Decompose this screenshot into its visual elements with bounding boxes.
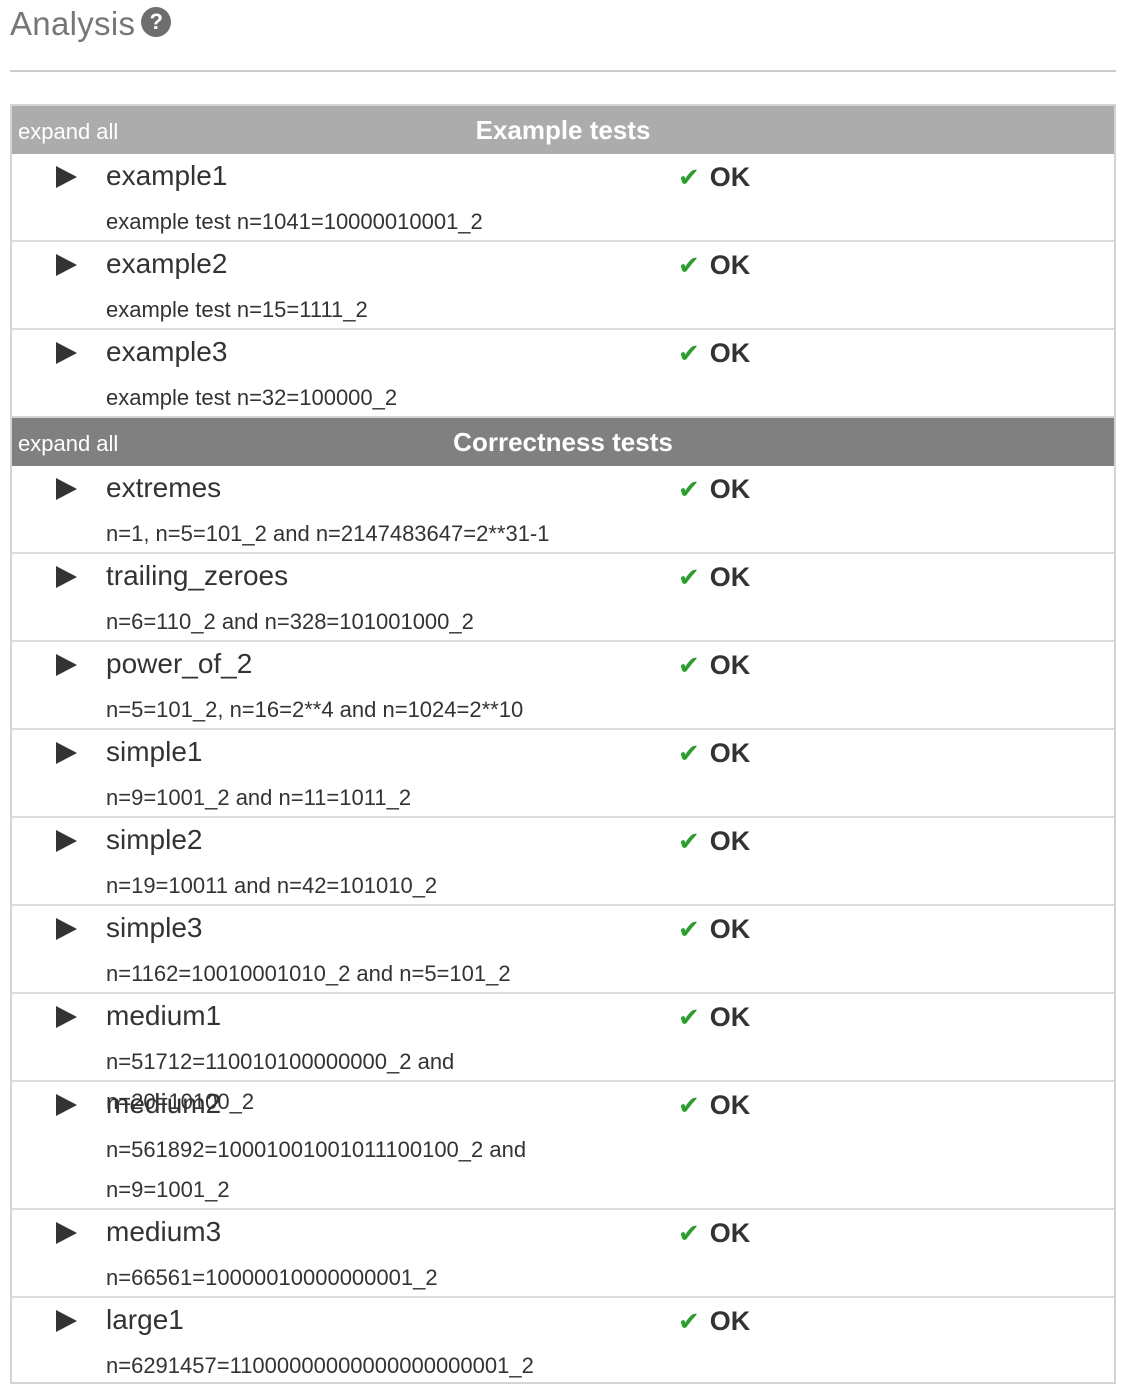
test-row: example3 example test n=32=100000_2 ✔ OK [12, 330, 1114, 416]
test-result: ✔ OK [678, 1090, 750, 1121]
test-result: ✔ OK [678, 826, 750, 857]
test-description: example test n=1041=10000010001_2 [106, 209, 483, 234]
result-label: OK [709, 562, 751, 592]
test-name: example3 [106, 336, 228, 367]
test-row: extremes n=1, n=5=101_2 and n=2147483647… [12, 466, 1114, 554]
expand-triangle-icon[interactable] [56, 830, 77, 852]
test-description: n=561892=10001001001011100100_2 and n=9=… [106, 1137, 527, 1202]
heading-divider [10, 70, 1116, 72]
expand-triangle-icon[interactable] [56, 166, 77, 188]
check-icon: ✔ [678, 250, 700, 280]
test-name: power_of_2 [106, 648, 253, 679]
test-description: example test n=32=100000_2 [106, 385, 398, 410]
check-icon: ✔ [678, 474, 700, 504]
test-row: example2 example test n=15=1111_2 ✔ OK [12, 242, 1114, 330]
check-icon: ✔ [678, 1002, 700, 1032]
test-row: medium3 n=66561=10000010000000001_2 ✔ OK [12, 1210, 1114, 1298]
check-icon: ✔ [678, 1306, 700, 1336]
test-name: simple3 [106, 912, 203, 943]
analysis-table: expand all Example tests example1 exampl… [10, 104, 1116, 1384]
test-description: n=5=101_2, n=16=2**4 and n=1024=2**10 [106, 697, 524, 722]
check-icon: ✔ [678, 562, 700, 592]
result-label: OK [709, 162, 751, 192]
expand-triangle-icon[interactable] [56, 1222, 77, 1244]
test-row: medium2 n=561892=10001001001011100100_2 … [12, 1082, 1114, 1210]
test-name: extremes [106, 472, 222, 503]
test-result: ✔ OK [678, 914, 750, 945]
test-name: simple1 [106, 736, 203, 767]
test-name: medium3 [106, 1216, 222, 1247]
expand-triangle-icon[interactable] [56, 742, 77, 764]
result-label: OK [709, 1306, 751, 1336]
group-title: Correctness tests [453, 427, 673, 457]
analysis-heading: Analysis ? [10, 0, 172, 48]
test-result: ✔ OK [678, 1002, 750, 1033]
test-name: example2 [106, 248, 228, 279]
test-description: n=1, n=5=101_2 and n=2147483647=2**31-1 [106, 521, 550, 546]
result-label: OK [709, 338, 751, 368]
result-label: OK [709, 1002, 751, 1032]
result-label: OK [709, 650, 751, 680]
test-description: n=19=10011 and n=42=101010_2 [106, 873, 438, 898]
result-label: OK [709, 1090, 751, 1120]
check-icon: ✔ [678, 650, 700, 680]
result-label: OK [709, 738, 751, 768]
example-tests-header: expand all Example tests [12, 104, 1114, 154]
result-label: OK [709, 474, 751, 504]
test-description: example test n=15=1111_2 [106, 297, 368, 322]
test-description: n=9=1001_2 and n=11=1011_2 [106, 785, 412, 810]
test-row: medium1 n=51712=110010100000000_2 and n=… [12, 994, 1114, 1114]
check-icon: ✔ [678, 826, 700, 856]
expand-triangle-icon[interactable] [56, 1310, 77, 1332]
check-icon: ✔ [678, 338, 700, 368]
expand-triangle-icon[interactable] [56, 342, 77, 364]
expand-triangle-icon[interactable] [56, 478, 77, 500]
test-result: ✔ OK [678, 738, 750, 769]
test-row: simple2 n=19=10011 and n=42=101010_2 ✔ OK [12, 818, 1114, 906]
test-result: ✔ OK [678, 338, 750, 369]
test-description: n=6291457=11000000000000000000001_2 [106, 1353, 534, 1378]
test-name: trailing_zeroes [106, 560, 289, 591]
test-row: simple1 n=9=1001_2 and n=11=1011_2 ✔ OK [12, 730, 1114, 818]
check-icon: ✔ [678, 1218, 700, 1248]
test-result: ✔ OK [678, 474, 750, 505]
test-row: example1 example test n=1041=10000010001… [12, 154, 1114, 242]
test-result: ✔ OK [678, 250, 750, 281]
test-result: ✔ OK [678, 162, 750, 193]
check-icon: ✔ [678, 162, 700, 192]
test-row: simple3 n=1162=10010001010_2 and n=5=101… [12, 906, 1114, 994]
test-result: ✔ OK [678, 1306, 750, 1337]
expand-triangle-icon[interactable] [56, 918, 77, 940]
test-result: ✔ OK [678, 562, 750, 593]
test-name: medium2 [106, 1088, 222, 1119]
expand-triangle-icon[interactable] [56, 654, 77, 676]
test-name: simple2 [106, 824, 203, 855]
correctness-tests-header: expand all Correctness tests [12, 416, 1114, 466]
test-result: ✔ OK [678, 1218, 750, 1249]
expand-triangle-icon[interactable] [56, 566, 77, 588]
test-row: trailing_zeroes n=6=110_2 and n=328=1010… [12, 554, 1114, 642]
test-description: n=1162=10010001010_2 and n=5=101_2 [106, 961, 511, 986]
group-title: Example tests [475, 115, 651, 145]
test-name: example1 [106, 160, 228, 191]
expand-triangle-icon[interactable] [56, 1094, 77, 1116]
expand-triangle-icon[interactable] [56, 1006, 77, 1028]
test-row: large1 n=6291457=11000000000000000000001… [12, 1298, 1114, 1382]
test-name: large1 [106, 1304, 184, 1335]
result-label: OK [709, 1218, 751, 1248]
result-label: OK [709, 250, 751, 280]
test-description: n=6=110_2 and n=328=101001000_2 [106, 609, 474, 634]
test-description: n=66561=10000010000000001_2 [106, 1265, 438, 1290]
expand-triangle-icon[interactable] [56, 254, 77, 276]
check-icon: ✔ [678, 738, 700, 768]
check-icon: ✔ [678, 914, 700, 944]
result-label: OK [709, 826, 751, 856]
page-title: Analysis [10, 5, 136, 42]
check-icon: ✔ [678, 1090, 700, 1120]
test-result: ✔ OK [678, 650, 750, 681]
test-name: medium1 [106, 1000, 222, 1031]
result-label: OK [709, 914, 751, 944]
question-circle-icon[interactable]: ? [141, 7, 172, 37]
test-row: power_of_2 n=5=101_2, n=16=2**4 and n=10… [12, 642, 1114, 730]
